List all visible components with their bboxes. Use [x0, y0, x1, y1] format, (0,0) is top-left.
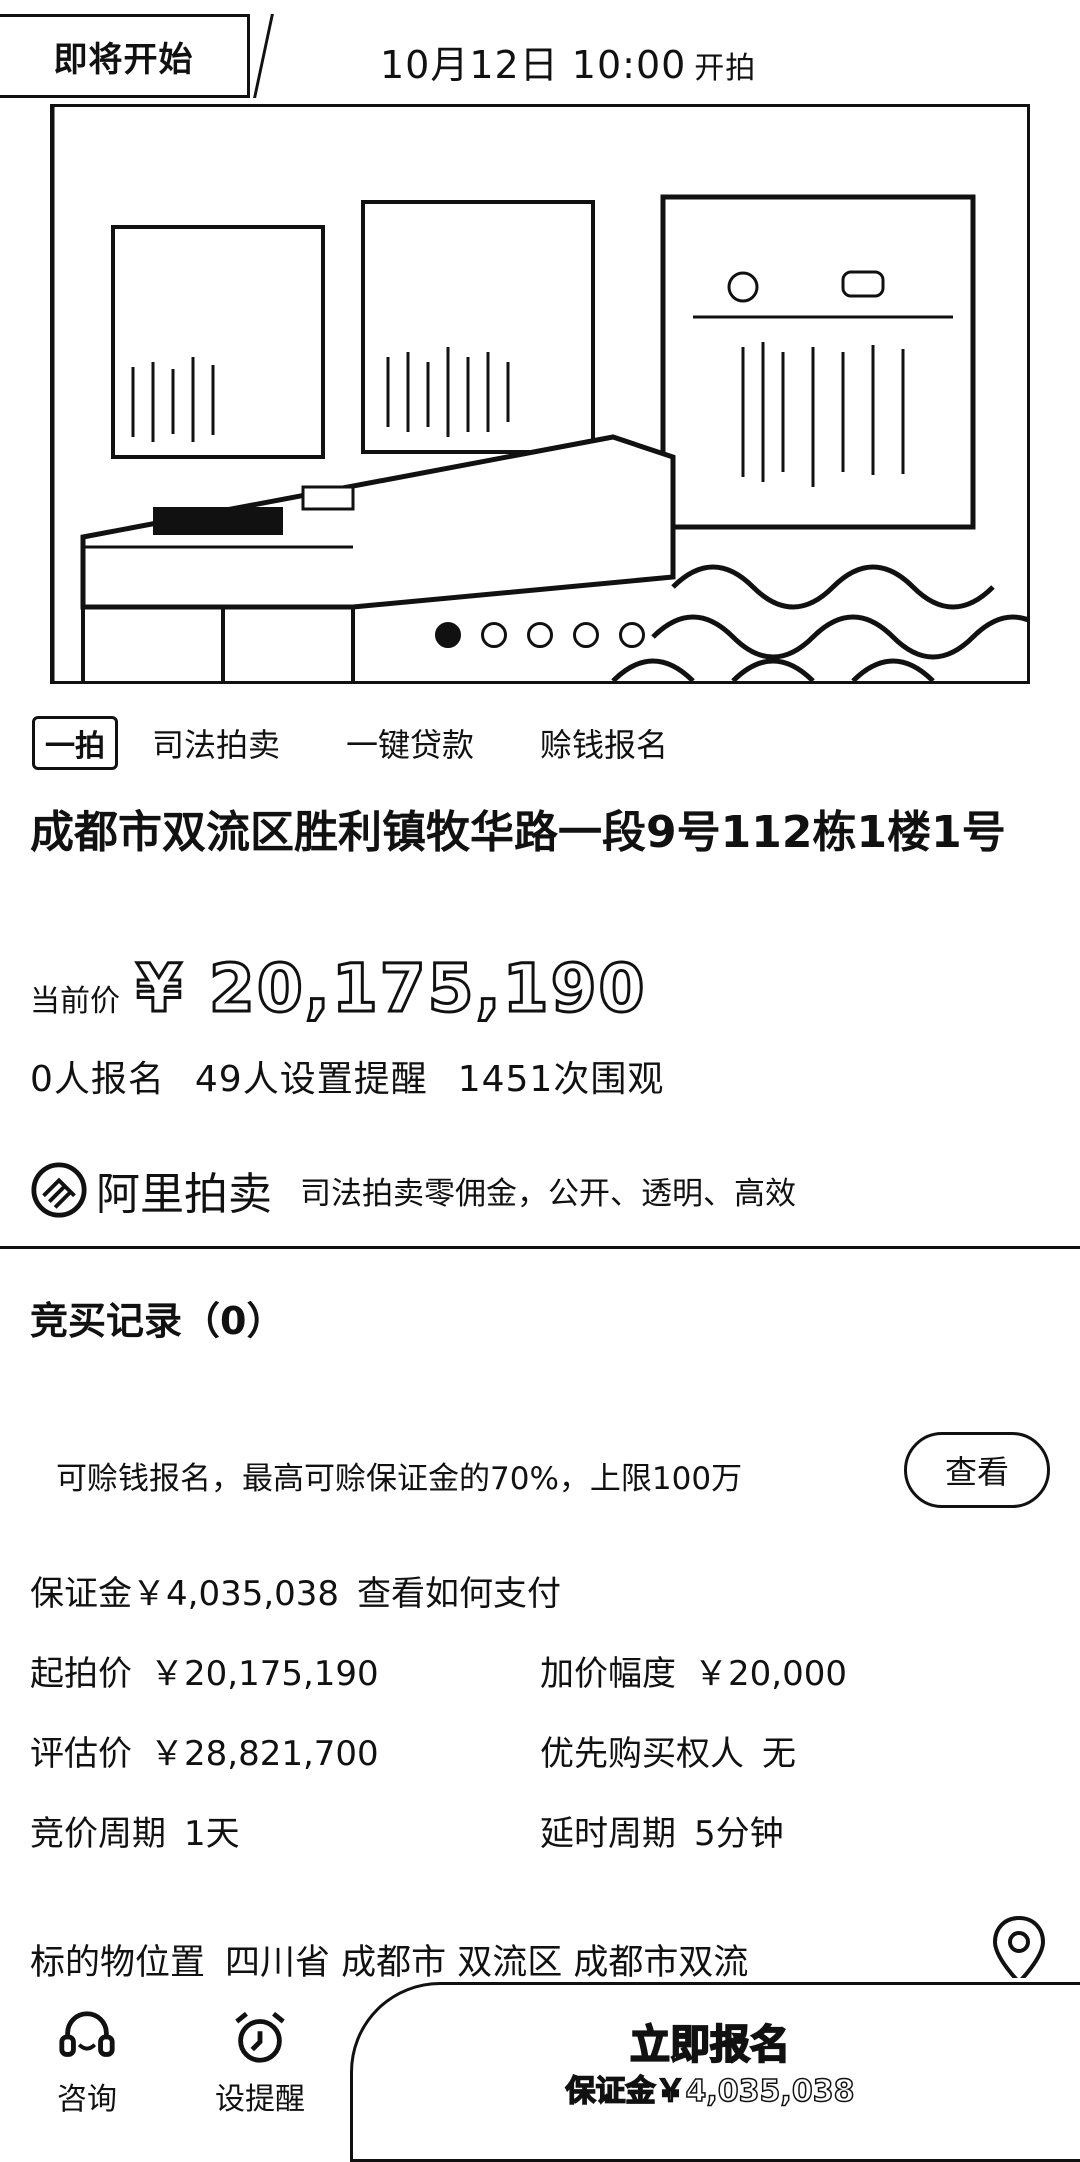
property-photo: [53, 107, 1027, 681]
view-loan-button[interactable]: 查看: [904, 1432, 1050, 1508]
delay-period-value: 5分钟: [694, 1814, 784, 1854]
start-time-suffix: 开拍: [694, 51, 757, 86]
tag-one-click-loan: 一键贷款: [346, 726, 475, 764]
carousel-dot[interactable]: [619, 622, 645, 648]
priority-buyer-label: 优先购买权人: [540, 1734, 744, 1774]
delay-period-row: 延时周期 5分钟: [540, 1806, 784, 1855]
how-to-pay-link[interactable]: 查看如何支付: [357, 1574, 561, 1614]
consult-button[interactable]: 咨询: [22, 2006, 152, 2118]
auction-start-time: 10月12日 10:00 开拍: [380, 34, 756, 89]
tag-judicial-auction: 司法拍卖: [152, 726, 281, 764]
brand-description: 司法拍卖零佣金，公开、透明、高效: [300, 1175, 796, 1212]
headset-icon: [59, 2011, 115, 2057]
status-badge: 即将开始: [0, 14, 250, 98]
property-photo-carousel[interactable]: [50, 104, 1030, 684]
carousel-dot[interactable]: [481, 622, 507, 648]
start-time-value: 10月12日 10:00: [380, 43, 687, 87]
view-count: 1451次围观: [457, 1059, 665, 1100]
carousel-dot[interactable]: [573, 622, 599, 648]
alarm-clock-icon: [235, 2011, 285, 2063]
set-reminder-label: 设提醒: [215, 2082, 305, 2117]
loan-notice: 可赊钱报名，最高可赊保证金的70%，上限100万: [56, 1461, 743, 1497]
tag-first-auction: 一拍: [32, 716, 118, 770]
price-value: ¥ 20,175,190: [134, 949, 647, 1029]
deposit-amount: 保证金￥4,035,038: [30, 1574, 340, 1614]
increment-value: ￥20,000: [694, 1654, 847, 1694]
priority-buyer-value: 无: [762, 1734, 796, 1774]
current-price: 当前价 ¥ 20,175,190: [30, 949, 647, 1029]
delay-period-label: 延时周期: [540, 1814, 676, 1854]
carousel-indicators: [0, 622, 1080, 654]
consult-label: 咨询: [57, 2082, 117, 2117]
appraisal-value: ￥28,821,700: [150, 1734, 379, 1774]
carousel-dot[interactable]: [435, 622, 461, 648]
map-pin-icon[interactable]: [990, 1914, 1048, 1988]
brand-name: 阿里拍卖: [96, 1169, 272, 1220]
start-price-value: ￥20,175,190: [150, 1654, 379, 1694]
section-divider: [0, 1246, 1080, 1249]
priority-buyer-row: 优先购买权人无: [540, 1726, 796, 1775]
start-price-label: 起拍价: [30, 1654, 132, 1694]
appraisal-row: 评估价 ￥28,821,700: [30, 1726, 379, 1775]
increment-row: 加价幅度 ￥20,000: [540, 1646, 847, 1695]
bidding-period-value: 1天: [184, 1814, 240, 1854]
brand-row: 阿里拍卖 司法拍卖零佣金，公开、透明、高效: [30, 1158, 796, 1222]
signup-count: 0人报名: [30, 1059, 165, 1100]
reminder-count: 49人设置提醒: [194, 1059, 428, 1100]
auction-stats: 0人报名 49人设置提醒 1451次围观: [30, 1050, 694, 1102]
signup-now-label: 立即报名: [629, 2021, 791, 2069]
tag-credit-signup: 赊钱报名: [540, 726, 669, 764]
auction-tags: 一拍 司法拍卖 一键贷款 赊钱报名: [32, 716, 734, 770]
signup-deposit-label: 保证金￥4,035,038: [565, 2073, 855, 2110]
property-title: 成都市双流区胜利镇牧华路一段9号112栋1楼1号: [30, 807, 1006, 858]
carousel-dot[interactable]: [527, 622, 553, 648]
location-value: 四川省 成都市 双流区 成都市双流: [225, 1943, 749, 1983]
set-reminder-button[interactable]: 设提醒: [195, 2006, 325, 2118]
location-label: 标的物位置: [30, 1943, 206, 1983]
ali-auction-logo-icon: [31, 1162, 87, 1218]
start-price-row: 起拍价 ￥20,175,190: [30, 1646, 379, 1695]
bidding-period-row: 竞价周期 1天: [30, 1806, 240, 1855]
increment-label: 加价幅度: [540, 1654, 676, 1694]
bid-records-title[interactable]: 竞买记录（0）: [30, 1290, 284, 1345]
bidding-period-label: 竞价周期: [30, 1814, 166, 1854]
appraisal-label: 评估价: [30, 1734, 132, 1774]
deposit-row: 保证金￥4,035,038 查看如何支付: [30, 1566, 561, 1615]
price-label: 当前价: [30, 984, 120, 1019]
